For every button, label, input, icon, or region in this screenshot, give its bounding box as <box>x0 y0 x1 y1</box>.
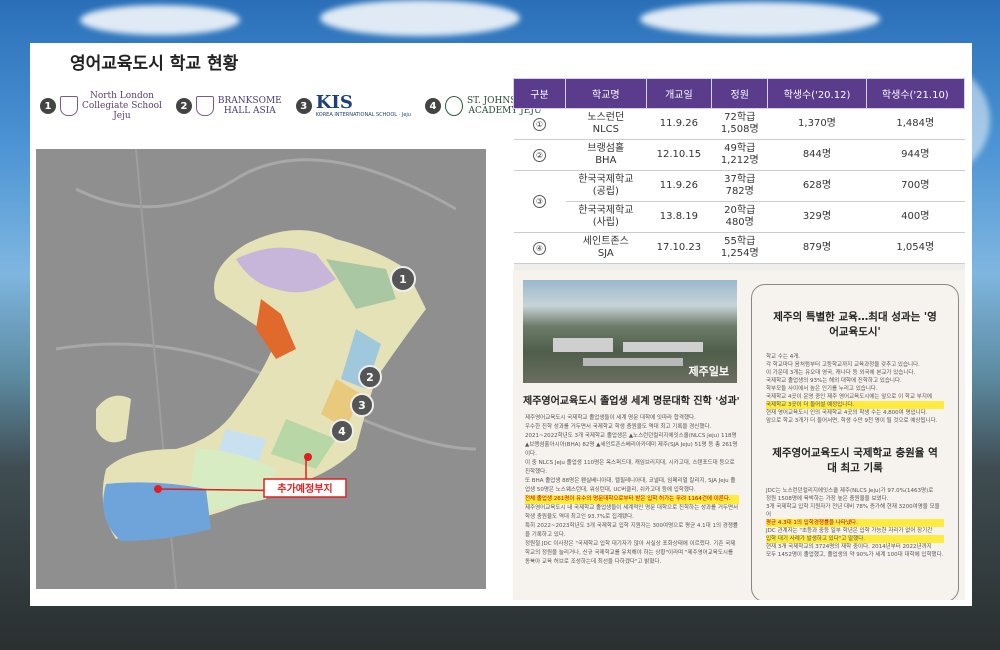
opened-cell: 17.10.23 <box>646 232 712 264</box>
school-status-table-wrap: 구분 학교명 개교일 정원 학생수('20.12) 학생수('21.10) ① … <box>513 78 966 291</box>
news-box-title-2: 제주영어교육도시 국제학교 충원율 역대 최고 기록 <box>772 447 938 474</box>
table-header: 학생수('21.10) <box>865 78 966 109</box>
school-logo-row: 1 North London Collegiate School Jeju 2 BR… <box>40 91 543 121</box>
map-marker-4[interactable]: 4 <box>330 419 354 443</box>
school-status-table: 구분 학교명 개교일 정원 학생수('20.12) 학생수('21.10) ① … <box>513 78 966 291</box>
svg-text:1: 1 <box>399 273 407 286</box>
students-2110-cell: 1,484명 <box>866 108 965 140</box>
table-row: ② 브랭섬홀 BHA 12.10.15 49학급 1,212명 844명 944명 <box>513 139 965 171</box>
content-panel: 영어교육도시 학교 현황 1 North London Collegiate Sc… <box>30 43 972 606</box>
table-header: 정원 <box>711 78 769 109</box>
capacity-cell: 72학급 1,508명 <box>711 108 768 140</box>
table-header: 구분 <box>513 78 566 109</box>
page-title: 영어교육도시 학교 현황 <box>70 54 239 74</box>
sja-seal-icon <box>444 96 463 116</box>
school-name-cell: 한국국제학교 (공립) <box>565 170 647 202</box>
table-row: ③ 한국국제학교 (공립) 11.9.26 37학급 782명 628명 700명 <box>513 170 965 233</box>
students-2012-cell: 628명 <box>767 170 867 202</box>
news-box-text-1: 학교 수는 4개. 각 학교마다 음처럼부터 고등학교까지 교육과정을 갖추고 … <box>752 353 958 425</box>
opened-cell: 11.9.26 <box>646 170 712 202</box>
row-number: ④ <box>513 232 566 264</box>
school-number-badge: 1 <box>40 98 56 114</box>
map-marker-3[interactable]: 3 <box>350 393 374 417</box>
table-row: 한국국제학교 (사립) 13.8.19 20학급 480명 329명 400명 <box>514 201 965 233</box>
opened-cell: 13.8.19 <box>646 201 712 233</box>
table-header: 개교일 <box>645 78 713 109</box>
school-name-cell: 한국국제학교 (사립) <box>565 201 647 233</box>
school-number-badge: 2 <box>175 98 192 114</box>
svg-text:추가예정부지: 추가예정부지 <box>277 482 332 495</box>
row-number: ① <box>513 108 566 140</box>
svg-text:4: 4 <box>338 425 346 438</box>
capacity-cell: 55학급 1,254명 <box>711 232 768 264</box>
background-cloud <box>80 5 240 35</box>
school-logo-name: BRANKSOME HALL ASIA <box>217 96 282 116</box>
news-headline-left: 제주영어교육도시 졸업생 세계 명문대학 진학 '성과' <box>523 396 740 407</box>
school-logo-name: KIS KOREA INTERNATIONAL SCHOOL · Jeju <box>315 92 411 119</box>
school-logo-bha: 2 BRANKSOME HALL ASIA <box>175 96 282 116</box>
school-number-badge: 3 <box>295 98 312 114</box>
opened-cell: 12.10.15 <box>646 139 712 171</box>
school-logo-nlcs: 1 North London Collegiate School Jeju <box>40 91 162 121</box>
map-marker-2[interactable]: 2 <box>358 365 382 389</box>
capacity-cell: 37학급 782명 <box>711 170 768 202</box>
students-2012-cell: 844명 <box>767 139 867 171</box>
row-number: ③ <box>513 170 566 233</box>
students-2012-cell: 879명 <box>767 232 867 264</box>
students-2110-cell: 1,054명 <box>866 232 965 264</box>
school-name-cell: 세인트존스 SJA <box>565 232 647 264</box>
campus-map-graphic: 1 2 3 4 추가예정부지 <box>36 149 486 589</box>
news-clipping: 제주일보 제주영어교육도시 졸업생 세계 명문대학 진학 '성과' 제주영어교육… <box>513 270 965 600</box>
news-box-text-2: JDC는 노스런던컬리지에잇스쿨 제주(NLCS Jeju)가 97.0%(14… <box>766 488 944 558</box>
school-logo-name: North London Collegiate School Jeju <box>82 91 162 121</box>
table-row: ① 노스런던 NLCS 11.9.26 72학급 1,508명 1,370명 1,4… <box>513 108 965 140</box>
svg-text:3: 3 <box>358 399 366 412</box>
table-header-row: 구분 학교명 개교일 정원 학생수('20.12) 학생수('21.10) <box>513 78 966 109</box>
opened-cell: 11.9.26 <box>646 108 712 140</box>
table-row: ④ 세인트존스 SJA 17.10.23 55학급 1,254명 879명 1,05… <box>513 232 965 264</box>
capacity-cell: 49학급 1,212명 <box>711 139 768 171</box>
planned-site-dot <box>304 453 312 461</box>
table-header: 학생수('20.12) <box>767 78 867 109</box>
background-cloud <box>640 2 880 36</box>
students-2012-cell: 1,370명 <box>767 108 867 140</box>
students-2110-cell: 400명 <box>866 201 965 233</box>
school-logo-kis: 3 KIS KOREA INTERNATIONAL SCHOOL · Jeju <box>295 92 411 119</box>
row-number: ② <box>513 139 566 171</box>
background-cloud <box>320 0 520 36</box>
news-body-left: 제주영어교육도시 국제학교 졸업생들이 세계 명문 대학에 잇따라 합격했다. … <box>525 415 739 565</box>
school-number-badge: 4 <box>424 98 441 114</box>
bha-crest-icon <box>195 96 214 116</box>
map-marker-1[interactable]: 1 <box>390 266 416 292</box>
photo-caption: 제주일보 <box>688 365 729 378</box>
students-2110-cell: 944명 <box>866 139 965 171</box>
news-sidebar-box: 제주의 특별한 교육…최대 성과는 '영어교육도시' 학교 수는 4개. 각 학… <box>751 284 959 600</box>
news-box-title-1: 제주의 특별한 교육…최대 성과는 '영어교육도시' <box>773 311 937 338</box>
capacity-cell: 20학급 480명 <box>711 201 768 233</box>
nlcs-crest-icon <box>60 96 78 116</box>
school-name-cell: 브랭섬홀 BHA <box>565 139 647 171</box>
students-2012-cell: 329명 <box>767 201 867 233</box>
planned-site-dot <box>154 485 162 493</box>
students-2110-cell: 700명 <box>866 170 965 202</box>
svg-text:2: 2 <box>366 371 374 384</box>
table-header: 학교명 <box>565 78 647 109</box>
planned-site-label: 추가예정부지 <box>263 478 347 498</box>
school-name-cell: 노스런던 NLCS <box>565 108 647 140</box>
aerial-photo: 제주일보 <box>523 280 737 383</box>
campus-map: 1 2 3 4 추가예정부지 <box>36 149 486 589</box>
